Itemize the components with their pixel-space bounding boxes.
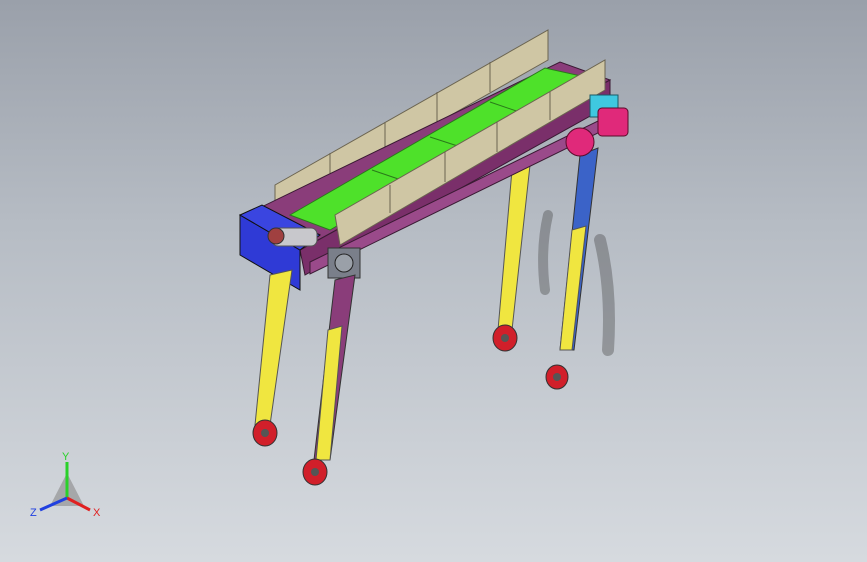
rear-left-leg[interactable] bbox=[492, 164, 531, 352]
rear-right-leg[interactable] bbox=[545, 147, 599, 390]
bearing-housing[interactable] bbox=[327, 247, 361, 279]
3d-viewport[interactable]: Y X Z bbox=[0, 0, 867, 562]
conveyor-model[interactable] bbox=[0, 0, 867, 562]
front-left-leg[interactable] bbox=[252, 269, 293, 447]
x-axis-label: X bbox=[93, 507, 101, 519]
z-axis-label: Z bbox=[30, 507, 37, 519]
drive-roller[interactable] bbox=[267, 227, 318, 247]
y-axis-label: Y bbox=[62, 451, 70, 463]
front-right-leg[interactable] bbox=[302, 274, 356, 486]
orientation-triad[interactable]: Y X Z bbox=[22, 448, 112, 528]
